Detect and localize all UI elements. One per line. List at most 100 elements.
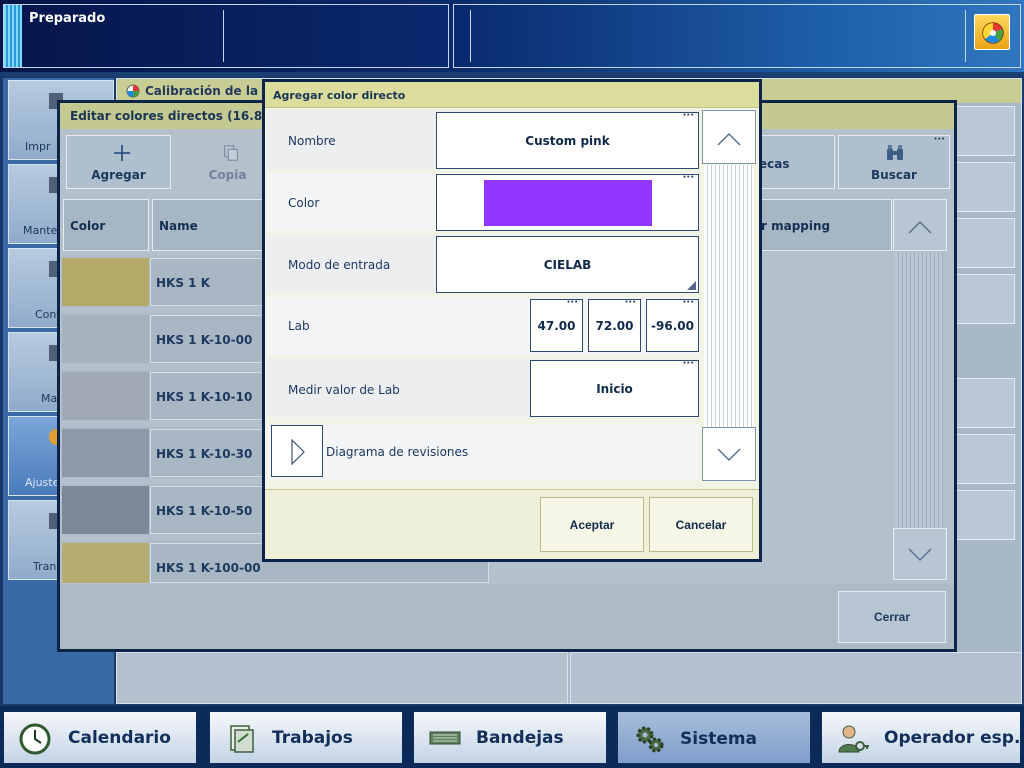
measure-start-button[interactable]: ··· Inicio (530, 358, 699, 417)
document-icon (230, 725, 254, 753)
lab-a-field[interactable]: ··· 72.00 (588, 297, 641, 352)
taskbar-trays[interactable]: Bandejas (413, 711, 607, 764)
operator-key-icon (838, 725, 869, 753)
add-button-label: Agregar (91, 168, 146, 182)
color-wheel-icon (982, 22, 1004, 44)
libraries-button-label: ecas (759, 157, 790, 171)
status-separator (470, 10, 471, 62)
input-mode-dropdown[interactable]: CIELAB (436, 236, 699, 293)
add-spot-color-title: Agregar color directo (273, 89, 406, 102)
triangle-right-icon (291, 439, 305, 465)
input-mode-label: Modo de entrada (288, 258, 391, 272)
row-name: HKS 1 K-10-00 (156, 333, 253, 347)
nav-item-label: Ajuste (25, 476, 60, 489)
column-header-label: Color (70, 219, 106, 233)
column-header-label: r mapping (761, 219, 831, 233)
taskbar-jobs[interactable]: Trabajos (209, 711, 403, 764)
chevron-up-icon (908, 220, 932, 234)
lab-b-field[interactable]: ··· -96.00 (646, 297, 699, 352)
color-label: Color (288, 196, 320, 210)
taskbar-label: Sistema (680, 729, 758, 749)
measure-start-label: Inicio (596, 381, 633, 396)
accept-button[interactable]: Aceptar (540, 497, 644, 552)
scroll-up-button[interactable] (893, 199, 947, 251)
color-swatch (62, 258, 149, 306)
lab-label: Lab (288, 319, 310, 333)
lab-b-value: -96.00 (651, 318, 694, 333)
scroll-down-button[interactable] (702, 427, 756, 481)
status-separator (223, 10, 224, 62)
status-indicator-stripes (4, 5, 22, 67)
status-separator (965, 10, 966, 62)
color-preview-swatch (484, 180, 652, 226)
row-name: HKS 1 K (156, 276, 210, 290)
color-swatch (62, 486, 149, 534)
background-lower-panel (570, 652, 1022, 704)
name-label: Nombre (288, 134, 336, 148)
chevron-up-icon (717, 132, 741, 146)
search-button-label: Buscar (871, 168, 917, 182)
color-swatch (62, 315, 149, 363)
taskbar-label: Bandejas (476, 728, 564, 748)
status-bar: Preparado (0, 0, 1024, 72)
scroll-up-button[interactable] (702, 110, 756, 164)
measure-lab-label: Medir valor de Lab (288, 383, 400, 397)
taskbar-key-operator[interactable]: Operador esp. (821, 711, 1021, 764)
taskbar-label: Trabajos (272, 728, 353, 748)
binoculars-icon (887, 145, 903, 160)
color-swatch (62, 429, 149, 477)
lab-l-field[interactable]: ··· 47.00 (530, 297, 583, 352)
color-wheel-icon (126, 84, 140, 98)
more-options-icon: ··· (624, 297, 636, 308)
lab-l-value: 47.00 (537, 318, 576, 333)
add-spot-color-title-bar: Agregar color directo (265, 82, 759, 108)
row-name: HKS 1 K-100-00 (156, 561, 261, 575)
taskbar-calendar[interactable]: Calendario (3, 711, 197, 764)
more-options-icon: ··· (933, 134, 945, 145)
name-value: Custom pink (525, 133, 610, 148)
close-button[interactable]: Cerrar (838, 591, 946, 643)
color-swatch (62, 543, 149, 583)
gears-icon (636, 726, 664, 753)
nav-item-label: Impr (25, 140, 51, 153)
column-header-color[interactable]: Color (63, 199, 149, 251)
status-frame-right (453, 4, 1021, 68)
name-field[interactable]: ··· Custom pink (436, 110, 699, 169)
plus-icon (113, 144, 131, 162)
scroll-down-button[interactable] (893, 528, 947, 580)
taskbar-system[interactable]: Sistema (617, 711, 811, 764)
search-button[interactable]: ··· Buscar (838, 134, 950, 189)
row-name: HKS 1 K-10-10 (156, 390, 253, 404)
column-header-name[interactable]: Name (152, 199, 264, 251)
more-options-icon: ··· (682, 358, 694, 369)
taskbar-label: Operador esp. (884, 728, 1021, 748)
revisions-row: Diagrama de revisiones (267, 424, 699, 480)
background-lower-panel (116, 652, 568, 704)
status-text: Preparado (29, 11, 106, 26)
expand-revisions-button[interactable] (271, 425, 323, 477)
lab-a-value: 72.00 (595, 318, 634, 333)
input-mode-value: CIELAB (543, 257, 592, 272)
more-options-icon: ··· (682, 172, 694, 183)
clock-icon (19, 723, 51, 755)
color-swatch (62, 372, 149, 420)
row-name: HKS 1 K-10-30 (156, 447, 253, 461)
cancel-button[interactable]: Cancelar (649, 497, 753, 552)
copy-icon (224, 145, 238, 161)
column-header-label: Name (159, 219, 198, 233)
edit-dialog-footer (60, 584, 954, 649)
color-wheel-button[interactable] (974, 14, 1010, 50)
chevron-down-icon (908, 548, 932, 562)
more-options-icon: ··· (682, 297, 694, 308)
scrollbar-track[interactable] (704, 165, 754, 427)
chevron-down-icon (717, 448, 741, 462)
taskbar-label: Calendario (68, 728, 171, 748)
dropdown-corner-icon (687, 281, 696, 290)
revisions-label: Diagrama de revisiones (326, 445, 469, 459)
more-options-icon: ··· (682, 110, 694, 121)
row-name: HKS 1 K-10-50 (156, 504, 253, 518)
scrollbar-track[interactable] (895, 252, 943, 528)
more-options-icon: ··· (566, 297, 578, 308)
paper-tray-icon (429, 731, 461, 745)
add-button[interactable]: Agregar (66, 135, 171, 189)
